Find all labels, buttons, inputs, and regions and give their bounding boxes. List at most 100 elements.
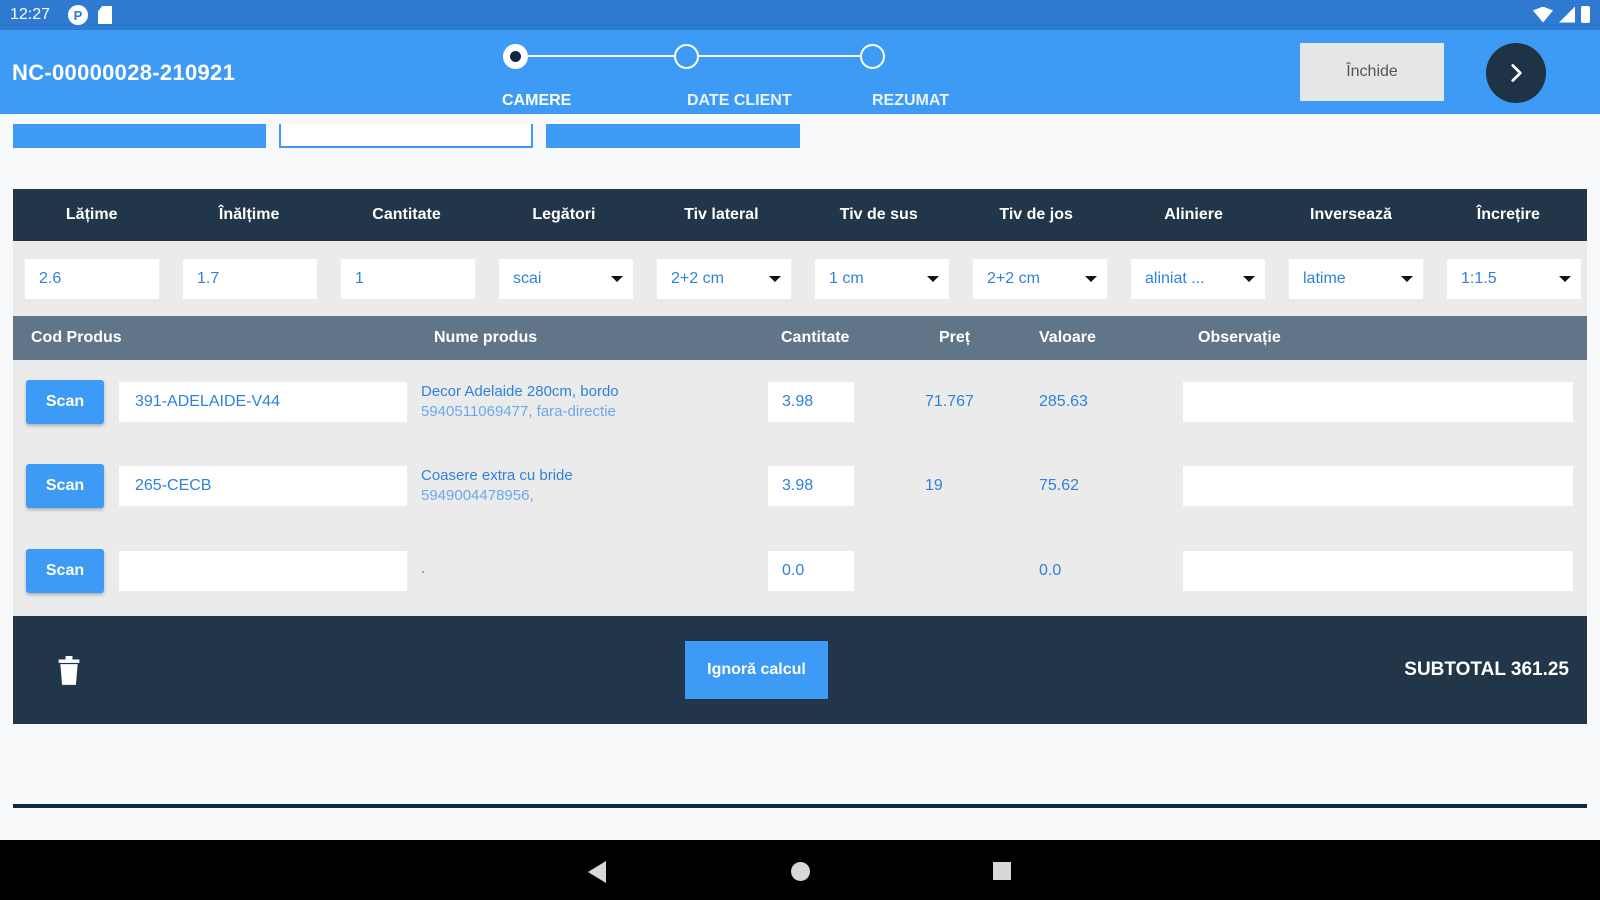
header-cod-produs: Cod Produs bbox=[31, 329, 122, 346]
increture-select[interactable]: 1:1.5 bbox=[1447, 258, 1581, 299]
observation-input[interactable] bbox=[1183, 466, 1573, 506]
table-row: Scan . 0.0 0.0 bbox=[13, 529, 1587, 609]
product-qty-input[interactable]: 0.0 bbox=[768, 551, 854, 591]
step-rezumat-dot[interactable] bbox=[860, 44, 885, 69]
cantitate-input[interactable]: 1 bbox=[341, 258, 475, 299]
products-table: Scan 391-ADELAIDE-V44 Decor Adelaide 280… bbox=[13, 360, 1587, 616]
header-increture: Încrețire bbox=[1476, 206, 1540, 223]
product-qty-input[interactable]: 3.98 bbox=[768, 466, 854, 506]
status-bar: 12:27 P bbox=[0, 0, 1600, 30]
product-sub-text: 5949004478956, bbox=[421, 487, 534, 504]
step-connector bbox=[528, 55, 674, 57]
navigation-bar bbox=[0, 840, 1600, 900]
step-camere-dot[interactable] bbox=[503, 44, 528, 69]
dropdown-caret-icon bbox=[769, 275, 781, 282]
inverseaza-value: latime bbox=[1303, 269, 1346, 287]
header-cantitate: Cantitate bbox=[372, 206, 441, 223]
product-price: 71.767 bbox=[925, 393, 974, 410]
legatori-select[interactable]: scai bbox=[499, 258, 633, 299]
table-row: Scan 391-ADELAIDE-V44 Decor Adelaide 280… bbox=[13, 360, 1587, 440]
product-value: 75.62 bbox=[1039, 477, 1080, 494]
sd-card-icon bbox=[98, 6, 112, 24]
header-inverseaza: Inversează bbox=[1310, 206, 1392, 223]
tiv-de-sus-value: 1 cm bbox=[829, 269, 864, 287]
product-code-input[interactable]: 391-ADELAIDE-V44 bbox=[119, 382, 407, 422]
header-latime: Lățime bbox=[65, 206, 118, 223]
dropdown-caret-icon bbox=[1401, 275, 1413, 282]
observation-input[interactable] bbox=[1183, 551, 1573, 591]
signal-icon bbox=[1559, 6, 1575, 23]
dimensions-row: 2.6 1.7 1 scai 2+2 cm 1 cm 2+2 cm alinia… bbox=[13, 241, 1587, 316]
back-icon[interactable] bbox=[588, 861, 606, 883]
dropdown-caret-icon bbox=[927, 275, 939, 282]
p-app-icon: P bbox=[68, 5, 88, 25]
scan-button[interactable]: Scan bbox=[26, 549, 104, 593]
header-observatie: Observație bbox=[1198, 329, 1281, 346]
next-button[interactable] bbox=[1486, 43, 1546, 103]
summary-bar: Ignoră calcul SUBTOTAL 361.25 bbox=[13, 616, 1587, 724]
product-sub-text: 5940511069477, fara-directie bbox=[421, 403, 616, 420]
aliniere-select[interactable]: aliniat ... bbox=[1131, 258, 1265, 299]
latime-input[interactable]: 2.6 bbox=[25, 258, 159, 299]
wifi-icon bbox=[1533, 6, 1553, 23]
stepper: CAMERE DATE CLIENT REZUMAT bbox=[500, 42, 960, 112]
tiv-de-sus-select[interactable]: 1 cm bbox=[815, 258, 949, 299]
header-pret: Preț bbox=[939, 329, 971, 346]
products-header: Cod Produs Nume produs Cantitate Preț Va… bbox=[13, 316, 1587, 360]
header-aliniere: Aliniere bbox=[1164, 206, 1223, 223]
table-row: Scan 265-CECB Coasere extra cu bride 594… bbox=[13, 444, 1587, 524]
header-nume-produs: Nume produs bbox=[434, 329, 538, 346]
trash-icon[interactable] bbox=[55, 656, 83, 686]
tiv-de-jos-select[interactable]: 2+2 cm bbox=[973, 258, 1107, 299]
increture-value: 1:1.5 bbox=[1461, 269, 1497, 287]
dimensions-header: Lățime Înălțime Cantitate Legători Tiv l… bbox=[13, 189, 1587, 241]
dropdown-caret-icon bbox=[1559, 275, 1571, 282]
header-valoare: Valoare bbox=[1039, 329, 1096, 346]
step-rezumat-label[interactable]: REZUMAT bbox=[872, 92, 949, 110]
product-qty-input[interactable]: 3.98 bbox=[768, 382, 854, 422]
divider bbox=[13, 804, 1587, 808]
step-camere-label[interactable]: CAMERE bbox=[502, 92, 571, 110]
step-date-client-dot[interactable] bbox=[674, 44, 699, 69]
product-price: 19 bbox=[925, 477, 943, 494]
product-code-input[interactable] bbox=[119, 551, 407, 591]
product-value: 285.63 bbox=[1039, 393, 1088, 410]
chevron-right-icon bbox=[1511, 64, 1522, 82]
product-name: Decor Adelaide 280cm, bordo 594051106947… bbox=[421, 382, 751, 422]
close-button[interactable]: Închide bbox=[1300, 43, 1444, 101]
product-name: . bbox=[421, 559, 751, 579]
header-inaltime: Înălțime bbox=[218, 206, 280, 223]
step-connector bbox=[697, 55, 860, 57]
observation-input[interactable] bbox=[1183, 382, 1573, 422]
tiv-lateral-value: 2+2 cm bbox=[671, 269, 724, 287]
dropdown-caret-icon bbox=[1243, 275, 1255, 282]
battery-icon bbox=[1581, 6, 1590, 23]
header-cantitate-produs: Cantitate bbox=[781, 329, 850, 346]
product-name: Coasere extra cu bride 5949004478956, bbox=[421, 466, 751, 506]
header-legatori: Legători bbox=[532, 206, 596, 223]
scan-button[interactable]: Scan bbox=[26, 380, 104, 424]
tiv-lateral-select[interactable]: 2+2 cm bbox=[657, 258, 791, 299]
product-name-text: Coasere extra cu bride bbox=[421, 467, 573, 484]
step-date-client-label[interactable]: DATE CLIENT bbox=[687, 92, 792, 110]
ignore-calc-button[interactable]: Ignoră calcul bbox=[685, 641, 828, 699]
app-bar: NC-00000028-210921 CAMERE DATE CLIENT RE… bbox=[0, 30, 1600, 114]
room-tab[interactable] bbox=[546, 124, 800, 148]
dropdown-caret-icon bbox=[611, 275, 623, 282]
page-title: NC-00000028-210921 bbox=[12, 60, 236, 85]
home-icon[interactable] bbox=[791, 862, 810, 881]
header-tiv-lateral: Tiv lateral bbox=[684, 206, 759, 223]
product-code-input[interactable]: 265-CECB bbox=[119, 466, 407, 506]
room-tab[interactable] bbox=[13, 124, 266, 148]
header-tiv-de-jos: Tiv de jos bbox=[999, 206, 1073, 223]
scan-button[interactable]: Scan bbox=[26, 464, 104, 508]
inaltime-input[interactable]: 1.7 bbox=[183, 258, 317, 299]
tiv-de-jos-value: 2+2 cm bbox=[987, 269, 1040, 287]
room-tab[interactable] bbox=[279, 124, 533, 148]
recent-apps-icon[interactable] bbox=[993, 862, 1011, 880]
subtotal: SUBTOTAL 361.25 bbox=[1404, 659, 1569, 680]
header-tiv-de-sus: Tiv de sus bbox=[839, 206, 918, 223]
aliniere-value: aliniat ... bbox=[1145, 269, 1205, 287]
inverseaza-select[interactable]: latime bbox=[1289, 258, 1423, 299]
product-name-text: Decor Adelaide 280cm, bordo bbox=[421, 383, 619, 400]
